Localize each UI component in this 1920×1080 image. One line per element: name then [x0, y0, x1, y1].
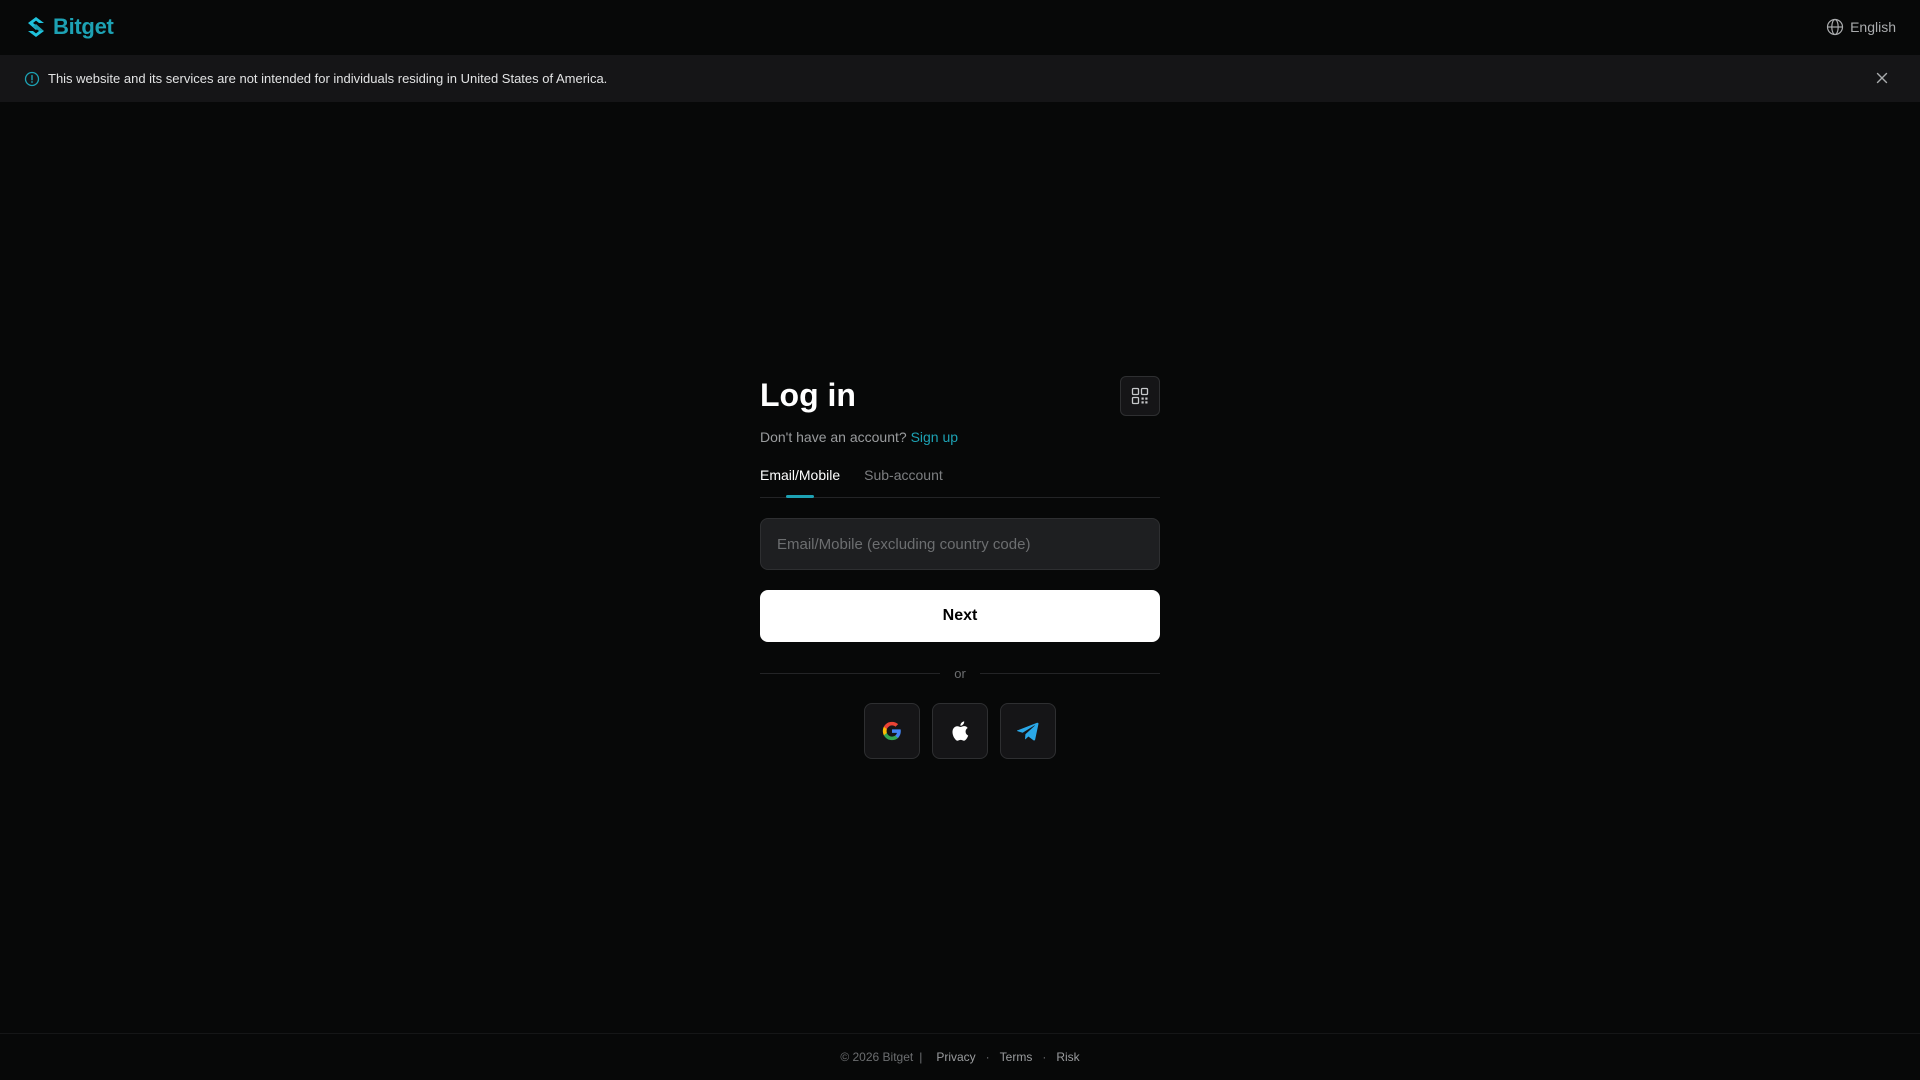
region-notice-banner: This website and its services are not in… [0, 55, 1920, 102]
footer-link-risk[interactable]: Risk [1056, 1050, 1079, 1064]
or-divider: or [760, 666, 1160, 681]
google-login-button[interactable] [864, 703, 920, 759]
globe-icon [1826, 18, 1844, 36]
qr-login-button[interactable] [1120, 376, 1160, 416]
footer-dot: · [1042, 1050, 1047, 1064]
divider-line-right [979, 673, 1160, 674]
signup-link[interactable]: Sign up [911, 429, 958, 445]
footer: © 2026 Bitget | Privacy · Terms · Risk [0, 1033, 1920, 1080]
no-account-text: Don't have an account? [760, 429, 907, 445]
close-notice-button[interactable] [1872, 68, 1892, 88]
footer-pipe: | [919, 1050, 923, 1064]
footer-dot: · [985, 1050, 990, 1064]
language-selector[interactable]: English [1826, 18, 1896, 36]
apple-icon [952, 721, 969, 741]
telegram-login-button[interactable] [1000, 703, 1056, 759]
google-icon [882, 721, 901, 741]
qr-code-icon [1131, 387, 1149, 405]
tab-sub-account[interactable]: Sub-account [864, 466, 943, 498]
login-title-row: Log in [760, 376, 1160, 416]
social-login-row [760, 703, 1160, 759]
brand-name: Bitget [53, 14, 114, 39]
info-icon [24, 71, 40, 86]
top-bar: Bitget English [0, 0, 1920, 54]
footer-link-privacy[interactable]: Privacy [936, 1050, 975, 1064]
page-title: Log in [760, 377, 856, 413]
login-card: Log in Don't have an account? Sign up Em… [760, 376, 1160, 759]
telegram-icon [1017, 722, 1039, 741]
email-mobile-input[interactable] [760, 518, 1160, 570]
divider-line-left [760, 673, 941, 674]
tab-email-mobile[interactable]: Email/Mobile [760, 466, 840, 498]
brand-logo[interactable]: Bitget [26, 14, 114, 40]
signup-prompt: Don't have an account? Sign up [760, 428, 1160, 446]
divider-text: or [954, 666, 966, 681]
copyright-text: © 2026 Bitget [840, 1050, 914, 1064]
login-tabs: Email/Mobile Sub-account [760, 466, 1160, 498]
bitget-logo-icon [28, 17, 44, 37]
apple-login-button[interactable] [932, 703, 988, 759]
footer-link-terms[interactable]: Terms [1000, 1050, 1033, 1064]
active-tab-indicator [786, 495, 814, 498]
language-label: English [1850, 19, 1896, 35]
next-button[interactable]: Next [760, 590, 1160, 642]
notice-text: This website and its services are not in… [48, 71, 608, 86]
close-icon [1876, 72, 1888, 84]
